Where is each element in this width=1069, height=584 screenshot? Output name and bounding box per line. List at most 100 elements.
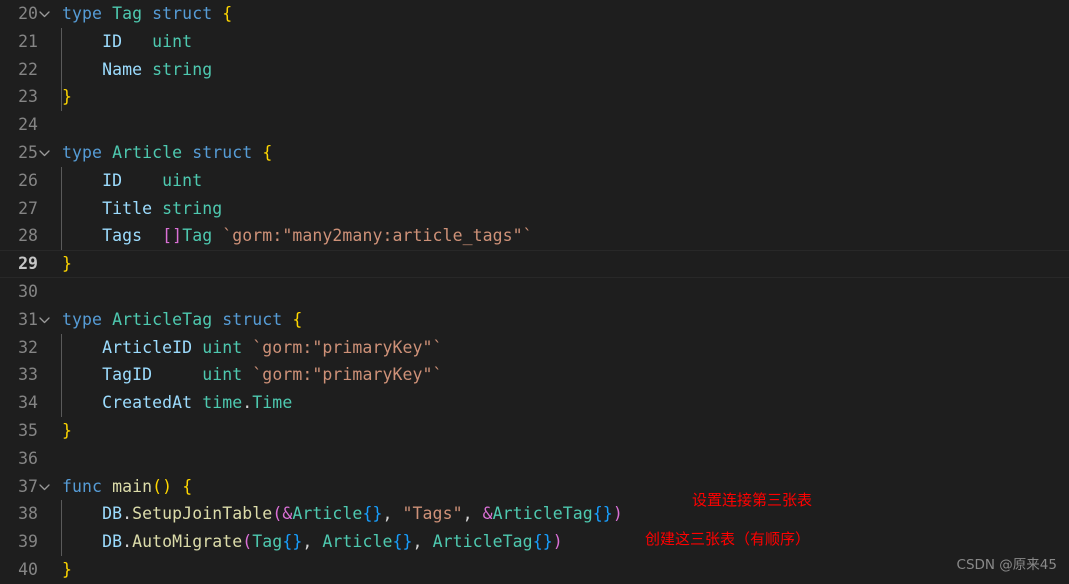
code-line[interactable]: 21 ID uint — [0, 28, 1069, 56]
token: , — [462, 504, 483, 524]
token: DB — [102, 504, 123, 524]
code-text[interactable]: Name string — [62, 56, 212, 84]
code-line[interactable]: 25 type Article struct { — [0, 139, 1069, 167]
chevron-down-icon[interactable] — [34, 306, 54, 334]
code-line[interactable]: 33 TagID uint `gorm:"primaryKey"` — [0, 361, 1069, 389]
token: `gorm:"many2many:article_tags"` — [222, 226, 533, 246]
chevron-down-icon[interactable] — [34, 0, 54, 28]
code-line[interactable]: 26 ID uint — [0, 167, 1069, 195]
line-number: 21 — [18, 31, 38, 51]
token: Tag — [252, 532, 283, 552]
token: {} — [362, 504, 383, 524]
code-text[interactable]: } — [62, 250, 72, 278]
token: Time — [252, 393, 293, 413]
code-text[interactable]: } — [62, 83, 72, 111]
code-line[interactable]: 36 — [0, 445, 1069, 473]
code-text[interactable]: } — [62, 556, 72, 584]
code-line[interactable]: 35} — [0, 417, 1069, 445]
line-number: 28 — [18, 226, 38, 246]
token: string — [162, 198, 223, 218]
code-line[interactable]: 32 ArticleID uint `gorm:"primaryKey"` — [0, 334, 1069, 362]
token: Title — [102, 198, 153, 218]
code-line[interactable]: 40} — [0, 556, 1069, 584]
token: SetupJoinTable — [132, 504, 273, 524]
token: , — [302, 532, 323, 552]
code-text[interactable]: Title string — [62, 195, 222, 223]
token: "Tags" — [402, 504, 463, 524]
token: {} — [532, 532, 553, 552]
token: {} — [282, 532, 303, 552]
code-text[interactable]: DB.SetupJoinTable(&Article{}, "Tags", &A… — [62, 500, 623, 528]
code-line[interactable]: 22 Name string — [0, 56, 1069, 84]
token: CreatedAt — [102, 393, 193, 413]
code-text[interactable]: DB.AutoMigrate(Tag{}, Article{}, Article… — [62, 528, 563, 556]
token: Tag — [112, 4, 143, 23]
code-line[interactable]: 37 func main() { — [0, 473, 1069, 501]
code-line[interactable]: 31 type ArticleTag struct { — [0, 306, 1069, 334]
line-number: 34 — [18, 393, 38, 413]
code-text[interactable]: ID uint — [62, 28, 192, 56]
chevron-down-icon[interactable] — [34, 139, 54, 167]
token: ) — [162, 476, 173, 496]
token: TagID — [102, 365, 153, 385]
code-line[interactable]: 27 Title string — [0, 195, 1069, 223]
code-line[interactable]: 29} — [0, 250, 1069, 278]
code-text[interactable]: func main() { — [62, 473, 192, 501]
code-text[interactable]: CreatedAt time.Time — [62, 389, 292, 417]
code-text[interactable]: ArticleID uint `gorm:"primaryKey"` — [62, 334, 443, 362]
code-text[interactable]: type ArticleTag struct { — [62, 306, 302, 334]
code-line[interactable]: 23} — [0, 83, 1069, 111]
token: . — [122, 504, 133, 524]
token: ArticleTag — [112, 309, 213, 329]
code-line[interactable]: 34 CreatedAt time.Time — [0, 389, 1069, 417]
code-text[interactable]: ID uint — [62, 167, 202, 195]
code-line[interactable]: 20 type Tag struct { — [0, 0, 1069, 28]
code-line[interactable]: 30 — [0, 278, 1069, 306]
token: {} — [392, 532, 413, 552]
code-line[interactable]: 28 Tags []Tag `gorm:"many2many:article_t… — [0, 222, 1069, 250]
code-line[interactable]: 39 DB.AutoMigrate(Tag{}, Article{}, Arti… — [0, 528, 1069, 556]
code-text[interactable]: Tags []Tag `gorm:"many2many:article_tags… — [62, 222, 533, 250]
line-number: 33 — [18, 365, 38, 385]
token: { — [262, 143, 273, 162]
code-line[interactable]: 24 — [0, 111, 1069, 139]
line-number: 26 — [18, 170, 38, 190]
token: struct — [192, 143, 253, 162]
code-text[interactable]: type Article struct { — [62, 139, 272, 167]
code-editor[interactable]: 20 type Tag struct {21 ID uint 22 Name str… — [0, 0, 1069, 579]
line-number: 29 — [18, 254, 38, 274]
token: {} — [592, 504, 613, 524]
token: . — [242, 393, 253, 413]
token: `gorm:"primaryKey"` — [252, 365, 443, 385]
code-text[interactable]: TagID uint `gorm:"primaryKey"` — [62, 361, 443, 389]
annotation-text: 创建这三张表（有顺序） — [645, 530, 811, 548]
token: Tags — [102, 226, 143, 246]
token: ( — [242, 532, 253, 552]
token: } — [62, 560, 73, 579]
code-text[interactable]: type Tag struct { — [62, 0, 232, 28]
watermark: CSDN @原来45 — [956, 557, 1057, 573]
code-line[interactable]: 38 DB.SetupJoinTable(&Article{}, "Tags",… — [0, 500, 1069, 528]
line-number: 37 — [18, 476, 38, 496]
code-text[interactable]: } — [62, 417, 72, 445]
chevron-down-icon[interactable] — [34, 473, 54, 501]
token: Article — [292, 504, 363, 524]
token: ( — [152, 476, 163, 496]
